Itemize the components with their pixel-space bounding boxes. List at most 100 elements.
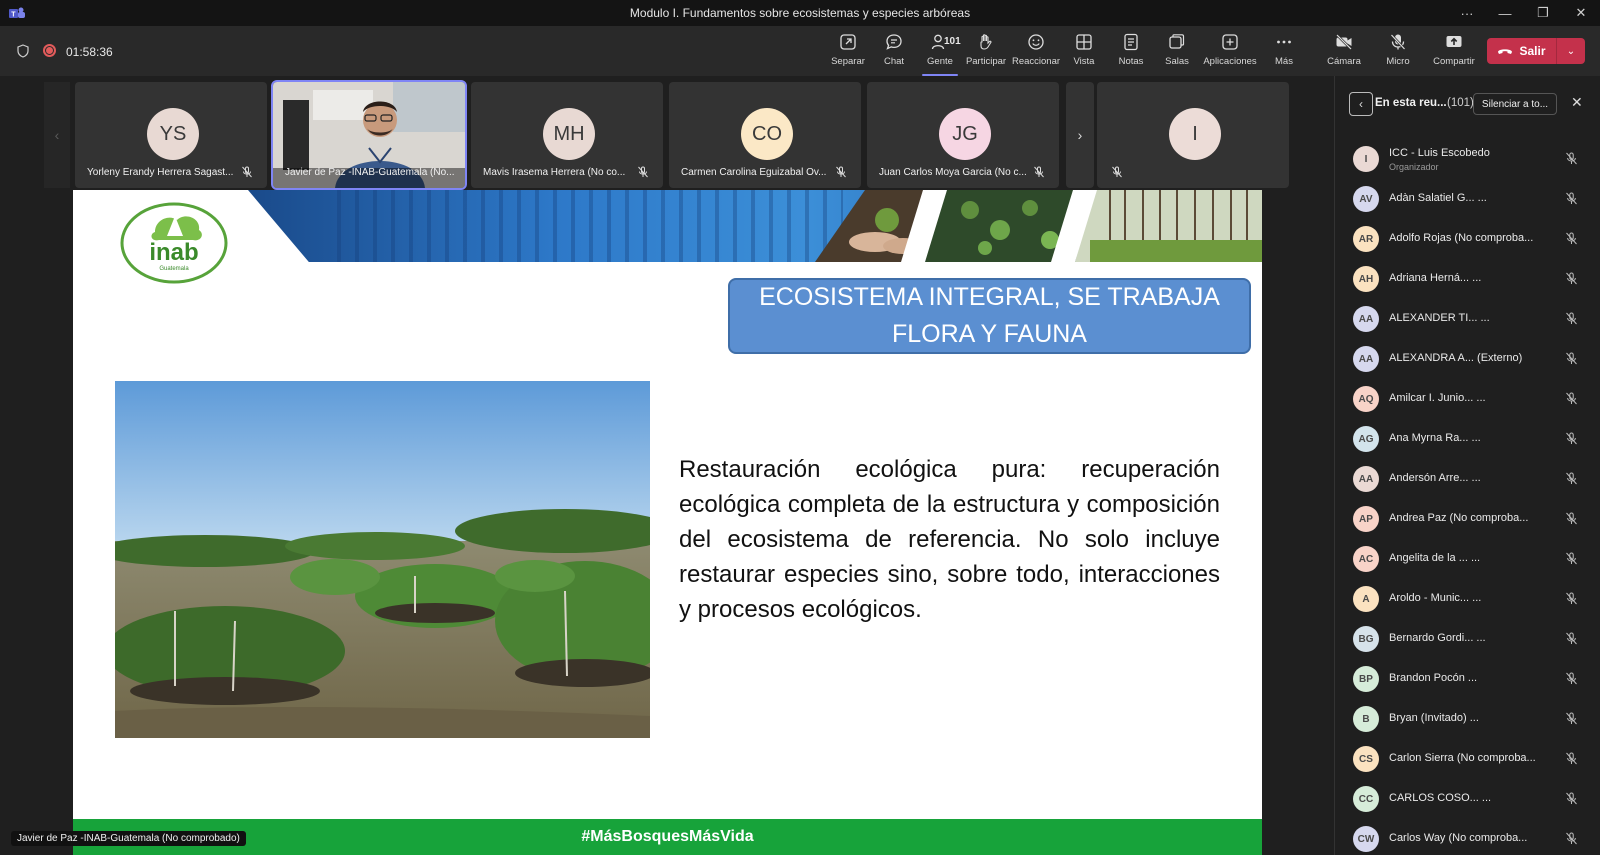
- participant-tile[interactable]: JG Juan Carlos Moya Garcia (No c...: [867, 82, 1059, 188]
- raise-hand-button[interactable]: Participar: [960, 32, 1012, 72]
- mic-muted-icon[interactable]: [1565, 232, 1578, 245]
- participant-list-item[interactable]: AH Adriana Herná... ...: [1335, 258, 1600, 298]
- mic-muted-icon[interactable]: [1565, 352, 1578, 365]
- react-button[interactable]: Reaccionar: [1010, 32, 1062, 72]
- participant-list-item[interactable]: AC Angelita de la ... ...: [1335, 538, 1600, 578]
- leave-options-chevron-icon[interactable]: ⌄: [1557, 46, 1585, 57]
- avatar: AA: [1353, 466, 1379, 492]
- participant-tile[interactable]: CO Carmen Carolina Eguizabal Ov...: [669, 82, 861, 188]
- mic-muted-icon: [242, 166, 252, 178]
- mic-muted-icon[interactable]: [1565, 392, 1578, 405]
- participant-name: Andersón Arre... ...: [1389, 472, 1481, 484]
- more-options-button[interactable]: ···: [1448, 0, 1486, 26]
- participant-list-item[interactable]: CS Carlon Sierra (No comproba...: [1335, 738, 1600, 778]
- mangrove-photo: [115, 381, 650, 738]
- react-label: Reaccionar: [1011, 56, 1061, 67]
- pop-out-icon: [840, 34, 856, 50]
- minimize-button[interactable]: —: [1486, 0, 1524, 26]
- participant-list-item[interactable]: AA Andersón Arre... ...: [1335, 458, 1600, 498]
- participant-tile-video[interactable]: Javier de Paz -INAB-Guatemala (No...: [271, 80, 467, 190]
- meeting-timer: 01:58:36: [66, 45, 113, 59]
- avatar: AR: [1353, 226, 1379, 252]
- mic-muted-icon[interactable]: [1565, 272, 1578, 285]
- rooms-label: Salas: [1165, 56, 1189, 67]
- participant-name: CARLOS COSO... ...: [1389, 792, 1492, 804]
- participant-list-item[interactable]: AA ALEXANDER TI... ...: [1335, 298, 1600, 338]
- mic-muted-icon[interactable]: [1565, 192, 1578, 205]
- svg-text:inab: inab: [149, 239, 198, 266]
- participant-tile[interactable]: MH Mavis Irasema Herrera (No co...: [471, 82, 663, 188]
- view-button[interactable]: Vista: [1058, 32, 1110, 72]
- pop-out-button[interactable]: Separar: [822, 32, 874, 72]
- mic-muted-icon[interactable]: [1565, 792, 1578, 805]
- close-window-button[interactable]: ✕: [1562, 0, 1600, 26]
- mic-muted-icon[interactable]: [1565, 512, 1578, 525]
- chat-button[interactable]: Chat: [868, 32, 920, 72]
- mic-muted-icon[interactable]: [1565, 312, 1578, 325]
- avatar: I: [1169, 108, 1221, 160]
- participant-name: ALEXANDRA A... (Externo): [1389, 352, 1523, 364]
- participant-list-item[interactable]: AG Ana Myrna Ra... ...: [1335, 418, 1600, 458]
- mic-button[interactable]: Micro: [1372, 32, 1424, 72]
- presenter-name-label: Javier de Paz -INAB-Guatemala (No compro…: [11, 831, 246, 846]
- participant-list-item[interactable]: AQ Amilcar I. Junio... ...: [1335, 378, 1600, 418]
- participant-name: Ana Myrna Ra... ...: [1389, 432, 1481, 444]
- notes-button[interactable]: Notas: [1105, 32, 1157, 72]
- apps-icon: [1222, 34, 1238, 50]
- mic-muted-icon[interactable]: [1565, 632, 1578, 645]
- close-panel-icon[interactable]: ✕: [1571, 94, 1583, 111]
- mic-muted-icon[interactable]: [1565, 832, 1578, 845]
- share-label: Compartir: [1433, 56, 1475, 67]
- participant-name: Bernardo Gordi... ...: [1389, 632, 1486, 644]
- participant-list-item[interactable]: BG Bernardo Gordi... ...: [1335, 618, 1600, 658]
- more-icon: [1277, 40, 1291, 44]
- panel-back-button[interactable]: ‹: [1349, 92, 1373, 116]
- mute-all-button[interactable]: Silenciar a to...: [1473, 93, 1557, 115]
- slide-hashtag: #MásBosquesMásVida: [581, 828, 754, 845]
- share-button[interactable]: Compartir: [1428, 32, 1480, 72]
- shield-icon[interactable]: [17, 44, 29, 58]
- participant-list-item[interactable]: CC CARLOS COSO... ...: [1335, 778, 1600, 818]
- participant-name: Carlos Way (No comproba...: [1389, 832, 1528, 844]
- mic-muted-icon[interactable]: [1565, 552, 1578, 565]
- mic-muted-icon: [1034, 166, 1044, 178]
- restore-button[interactable]: ❐: [1524, 0, 1562, 26]
- participant-list-item[interactable]: I ICC - Luis Escobedo Organizador: [1335, 138, 1600, 178]
- mic-muted-icon[interactable]: [1565, 592, 1578, 605]
- participant-list-item[interactable]: A Aroldo - Munic... ...: [1335, 578, 1600, 618]
- avatar: CS: [1353, 746, 1379, 772]
- participant-list-item[interactable]: CW Carlos Way (No comproba...: [1335, 818, 1600, 855]
- panel-title: En esta reu...: [1375, 97, 1447, 109]
- strip-previous-button[interactable]: ‹: [44, 82, 70, 188]
- participant-list-item[interactable]: B Bryan (Invitado) ...: [1335, 698, 1600, 738]
- slide-body-text: Restauración ecológica pura: recuperació…: [679, 456, 1220, 623]
- strip-next-button[interactable]: ›: [1066, 82, 1094, 188]
- participant-tile[interactable]: YS Yorleny Erandy Herrera Sagast...: [75, 82, 267, 188]
- people-button[interactable]: 101 Gente: [914, 32, 966, 76]
- apps-button[interactable]: Aplicaciones: [1203, 32, 1257, 72]
- camera-button[interactable]: Cámara: [1318, 32, 1370, 72]
- mic-muted-icon[interactable]: [1565, 432, 1578, 445]
- participant-list-item[interactable]: AP Andrea Paz (No comproba...: [1335, 498, 1600, 538]
- leave-main[interactable]: Salir: [1487, 38, 1557, 64]
- participant-tile[interactable]: I: [1097, 82, 1289, 188]
- mic-muted-icon[interactable]: [1565, 152, 1578, 165]
- participant-list-item[interactable]: AA ALEXANDRA A... (Externo): [1335, 338, 1600, 378]
- participant-list-item[interactable]: AV Adàn Salatiel G... ...: [1335, 178, 1600, 218]
- participant-list-item[interactable]: AR Adolfo Rojas (No comproba...: [1335, 218, 1600, 258]
- avatar: AQ: [1353, 386, 1379, 412]
- rooms-button[interactable]: Salas: [1151, 32, 1203, 72]
- mic-muted-icon[interactable]: [1565, 712, 1578, 725]
- participant-name: Mavis Irasema Herrera (No co...: [483, 167, 626, 178]
- participant-name: ALEXANDER TI... ...: [1389, 312, 1490, 324]
- mic-muted-icon[interactable]: [1565, 752, 1578, 765]
- shared-slide: inab Guatemala ECOSISTEMA INTEGRAL, SE T…: [73, 190, 1262, 855]
- mic-muted-icon[interactable]: [1565, 672, 1578, 685]
- participant-list-item[interactable]: BP Brandon Pocón ...: [1335, 658, 1600, 698]
- slide-title: ECOSISTEMA INTEGRAL, SE TRABAJA FLORA Y …: [759, 283, 1220, 348]
- mic-muted-icon[interactable]: [1565, 472, 1578, 485]
- leave-button[interactable]: Salir ⌄: [1487, 38, 1585, 64]
- avatar: CO: [741, 108, 793, 160]
- more-button[interactable]: Más: [1258, 32, 1310, 72]
- title-bar: T Modulo I. Fundamentos sobre ecosistema…: [0, 0, 1600, 26]
